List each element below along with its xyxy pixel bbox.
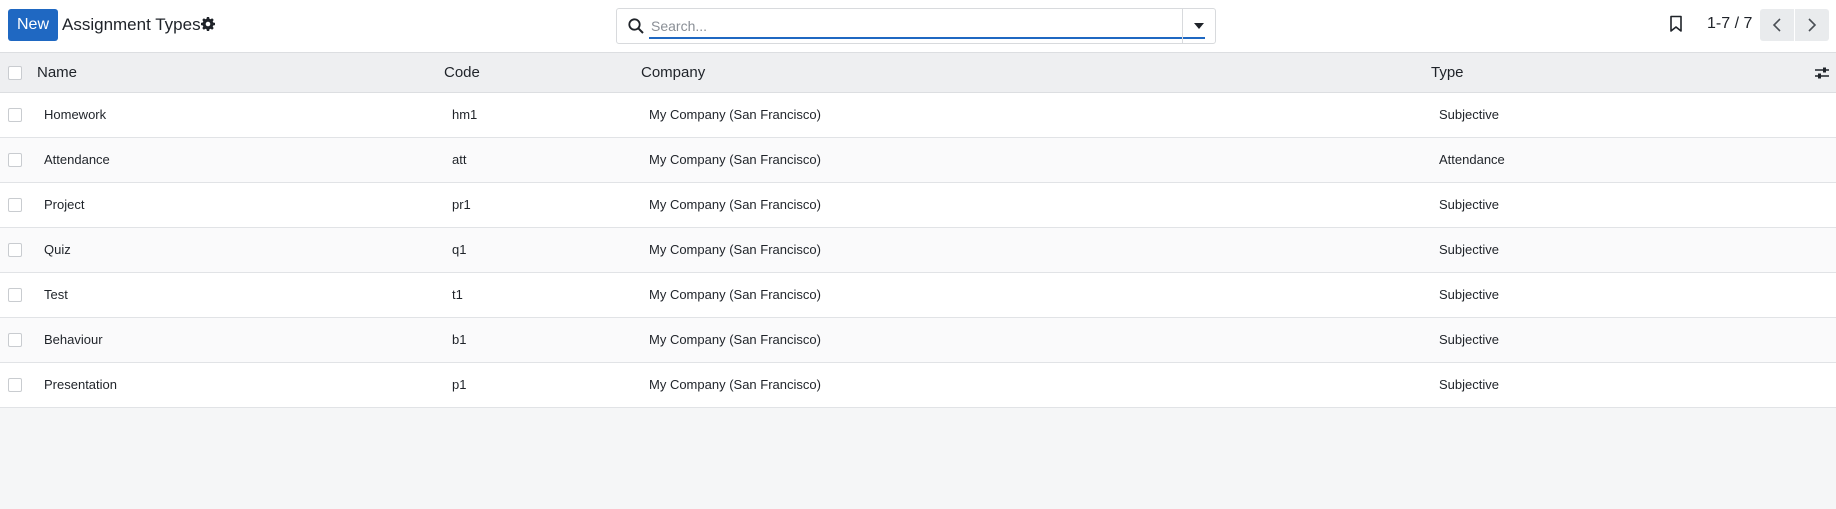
row-checkbox[interactable]	[8, 153, 22, 167]
cell-type: Attendance	[1439, 152, 1505, 167]
table-row[interactable]: Homework hm1 My Company (San Francisco) …	[0, 93, 1836, 138]
page-title: Assignment Types	[62, 15, 201, 34]
cell-name: Test	[44, 287, 68, 302]
cell-type: Subjective	[1439, 287, 1499, 302]
table-row[interactable]: Test t1 My Company (San Francisco) Subje…	[0, 273, 1836, 318]
table-row[interactable]: Quiz q1 My Company (San Francisco) Subje…	[0, 228, 1836, 273]
cell-company: My Company (San Francisco)	[649, 197, 821, 212]
table-row[interactable]: Attendance att My Company (San Francisco…	[0, 138, 1836, 183]
column-header-code[interactable]: Code	[444, 64, 480, 81]
list-table: Name Code Company Type Homework hm1 My C…	[0, 52, 1836, 408]
gear-icon[interactable]	[200, 16, 216, 32]
cell-type: Subjective	[1439, 242, 1499, 257]
cell-name: Presentation	[44, 377, 117, 392]
pager-next-button[interactable]	[1795, 9, 1829, 41]
cell-code: hm1	[452, 107, 478, 122]
table-row[interactable]: Behaviour b1 My Company (San Francisco) …	[0, 318, 1836, 363]
row-checkbox[interactable]	[8, 333, 22, 347]
sliders-icon[interactable]	[1814, 65, 1830, 81]
search-icon	[628, 18, 644, 34]
cell-company: My Company (San Francisco)	[649, 242, 821, 257]
cell-company: My Company (San Francisco)	[649, 332, 821, 347]
search-input[interactable]	[649, 15, 1205, 39]
pager-value[interactable]: 1-7 / 7	[1707, 15, 1752, 33]
column-header-name[interactable]: Name	[37, 64, 77, 81]
chevron-left-icon	[1772, 18, 1781, 32]
table-header: Name Code Company Type	[0, 52, 1836, 93]
cell-type: Subjective	[1439, 107, 1499, 122]
control-panel: New Assignment Types 1-7 / 7	[0, 0, 1836, 52]
cell-code: pr1	[452, 197, 471, 212]
cell-name: Behaviour	[44, 332, 103, 347]
cell-company: My Company (San Francisco)	[649, 107, 821, 122]
cell-name: Homework	[44, 107, 107, 122]
chevron-right-icon	[1808, 18, 1817, 32]
cell-name: Attendance	[44, 152, 110, 167]
cell-type: Subjective	[1439, 377, 1499, 392]
pager-previous-button[interactable]	[1760, 9, 1794, 41]
column-header-type[interactable]: Type	[1431, 64, 1464, 81]
search-options-toggle[interactable]	[1183, 9, 1215, 43]
bookmark-icon[interactable]	[1668, 15, 1684, 33]
table-row[interactable]: Project pr1 My Company (San Francisco) S…	[0, 183, 1836, 228]
cell-type: Subjective	[1439, 197, 1499, 212]
column-header-company[interactable]: Company	[641, 64, 705, 81]
row-checkbox[interactable]	[8, 108, 22, 122]
cell-company: My Company (San Francisco)	[649, 287, 821, 302]
caret-down-icon	[1194, 23, 1204, 29]
cell-name: Project	[44, 197, 85, 212]
cell-name: Quiz	[44, 242, 71, 257]
cell-type: Subjective	[1439, 332, 1499, 347]
cell-code: q1	[452, 242, 467, 257]
row-checkbox[interactable]	[8, 198, 22, 212]
row-checkbox[interactable]	[8, 243, 22, 257]
cell-code: att	[452, 152, 467, 167]
row-checkbox[interactable]	[8, 378, 22, 392]
table-row[interactable]: Presentation p1 My Company (San Francisc…	[0, 363, 1836, 408]
row-checkbox[interactable]	[8, 288, 22, 302]
cell-code: p1	[452, 377, 467, 392]
new-button[interactable]: New	[8, 9, 58, 41]
cell-code: b1	[452, 332, 467, 347]
select-all-checkbox[interactable]	[8, 66, 22, 80]
search-box	[616, 8, 1216, 44]
cell-code: t1	[452, 287, 463, 302]
cell-company: My Company (San Francisco)	[649, 152, 821, 167]
cell-company: My Company (San Francisco)	[649, 377, 821, 392]
